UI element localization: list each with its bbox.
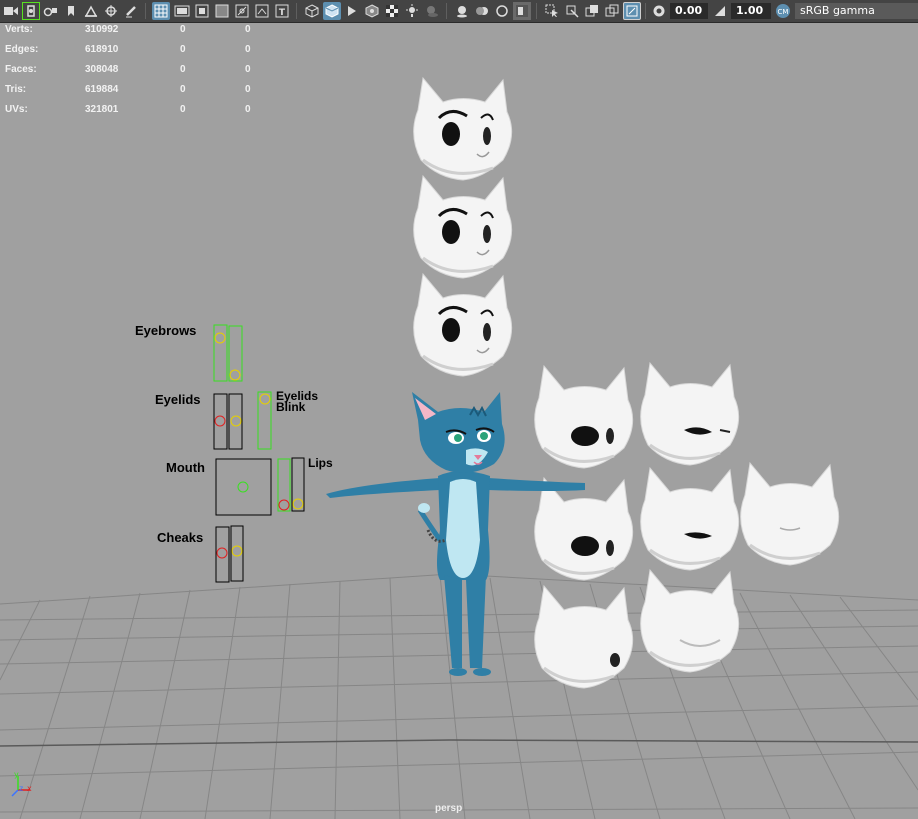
smooth-shade-icon[interactable] bbox=[323, 2, 341, 20]
ctrl-cheek-right-knob bbox=[231, 545, 243, 557]
ctrl-cheek-left-knob bbox=[216, 547, 228, 559]
xray-joints-icon[interactable] bbox=[603, 2, 621, 20]
camera-attributes-icon[interactable] bbox=[102, 2, 120, 20]
hud-selected: 0 bbox=[180, 44, 186, 55]
depth-of-field-icon[interactable] bbox=[513, 2, 531, 20]
wireframe-on-shaded-icon[interactable] bbox=[363, 2, 381, 20]
axis-x-label: x bbox=[27, 784, 32, 793]
hud-label: Faces: bbox=[5, 64, 37, 75]
svg-text:CM: CM bbox=[778, 8, 789, 16]
view-transform-select[interactable]: sRGB gamma bbox=[795, 3, 918, 19]
eyelids-label: Eyelids bbox=[155, 392, 201, 407]
hud-component: 0 bbox=[245, 84, 251, 95]
bookmark-icon[interactable] bbox=[62, 2, 80, 20]
wireframe-icon[interactable] bbox=[303, 2, 321, 20]
eyelids-blink-label-line2: Blink bbox=[276, 400, 306, 414]
blendshape-head-5 bbox=[639, 361, 741, 467]
xray-active-components-icon[interactable] bbox=[583, 2, 601, 20]
blendshape-head-6 bbox=[533, 476, 635, 582]
textured-icon[interactable] bbox=[383, 2, 401, 20]
blendshape-head-10 bbox=[639, 568, 741, 674]
hud-selected: 0 bbox=[180, 24, 186, 35]
hud-component: 0 bbox=[245, 24, 251, 35]
svg-text:T: T bbox=[279, 8, 286, 18]
resolution-gate-icon[interactable] bbox=[193, 2, 211, 20]
blendshape-head-3 bbox=[412, 272, 514, 378]
hud-label: Tris: bbox=[5, 84, 27, 95]
blendshape-head-7 bbox=[639, 466, 741, 572]
grid-icon[interactable] bbox=[152, 2, 170, 20]
hud-selected: 0 bbox=[180, 104, 186, 115]
lock-camera-icon[interactable] bbox=[42, 2, 60, 20]
hud-total: 321801 bbox=[85, 104, 119, 115]
gamma-field[interactable]: 1.00 bbox=[731, 3, 771, 19]
axis-z-label: z bbox=[19, 784, 24, 793]
lips-label: Lips bbox=[308, 456, 333, 470]
ctrl-eyelid-left-knob bbox=[214, 415, 226, 427]
ctrl-eyebrow-left-knob bbox=[214, 332, 226, 344]
blendshape-head-9 bbox=[533, 584, 635, 690]
hud-component: 0 bbox=[245, 64, 251, 75]
safe-title-icon[interactable]: T bbox=[273, 2, 291, 20]
hud-selected: 0 bbox=[180, 64, 186, 75]
cheeks-label: Cheaks bbox=[157, 530, 204, 545]
mouth-label: Mouth bbox=[166, 460, 205, 475]
ctrl-mouth-knob bbox=[237, 481, 249, 493]
xray-icon[interactable] bbox=[563, 2, 581, 20]
screen-space-ao-icon[interactable] bbox=[453, 2, 471, 20]
camera-icon[interactable] bbox=[2, 2, 20, 20]
hud-label: UVs: bbox=[5, 104, 28, 115]
safe-action-icon[interactable] bbox=[253, 2, 271, 20]
select-camera-icon[interactable] bbox=[22, 2, 40, 20]
hud-total: 619884 bbox=[85, 84, 119, 95]
gamma-icon[interactable] bbox=[711, 2, 729, 20]
hud-row-edges: Edges: 618910 0 0 bbox=[5, 44, 265, 56]
exposure-field[interactable]: 0.00 bbox=[670, 3, 708, 19]
multisample-aa-icon[interactable] bbox=[493, 2, 511, 20]
eyelids-blink-label: Eyelids Blink bbox=[276, 390, 318, 414]
ctrl-lips-right-knob bbox=[292, 498, 304, 510]
grease-pencil-icon[interactable] bbox=[122, 2, 140, 20]
color-management-icon[interactable]: CM bbox=[774, 2, 792, 20]
ctrl-eyelids-blink-knob bbox=[259, 393, 271, 405]
eyebrows-label: Eyebrows bbox=[135, 323, 197, 338]
view-transform-icon[interactable] bbox=[623, 2, 641, 20]
ctrl-lips-left-knob bbox=[278, 499, 290, 511]
isolate-select-icon[interactable] bbox=[543, 2, 561, 20]
ctrl-lips-right-slider bbox=[291, 457, 305, 512]
use-default-material-icon[interactable] bbox=[343, 2, 361, 20]
gate-mask-icon[interactable] bbox=[213, 2, 231, 20]
blendshape-head-1 bbox=[412, 76, 514, 182]
hud-label: Verts: bbox=[5, 24, 33, 35]
hud-total: 310992 bbox=[85, 24, 119, 35]
ctrl-eyelid-right-knob bbox=[230, 415, 242, 427]
hud-row-faces: Faces: 308048 0 0 bbox=[5, 64, 265, 76]
hud-selected: 0 bbox=[180, 84, 186, 95]
hud-row-tris: Tris: 619884 0 0 bbox=[5, 84, 265, 96]
film-gate-icon[interactable] bbox=[173, 2, 191, 20]
ctrl-mouth-box bbox=[215, 458, 272, 516]
image-plane-icon[interactable] bbox=[82, 2, 100, 20]
ctrl-eyebrow-right-knob bbox=[229, 369, 241, 381]
grid-axis-line bbox=[0, 739, 918, 747]
hud-row-uvs: UVs: 321801 0 0 bbox=[5, 104, 265, 116]
hud-row-verts: Verts: 310992 0 0 bbox=[5, 24, 265, 36]
shadows-icon[interactable] bbox=[423, 2, 441, 20]
hud-total: 308048 bbox=[85, 64, 119, 75]
motion-blur-icon[interactable] bbox=[473, 2, 491, 20]
use-all-lights-icon[interactable] bbox=[403, 2, 421, 20]
hud-component: 0 bbox=[245, 44, 251, 55]
blendshape-head-4 bbox=[533, 364, 635, 470]
field-chart-icon[interactable] bbox=[233, 2, 251, 20]
hud-total: 618910 bbox=[85, 44, 119, 55]
exposure-icon[interactable] bbox=[650, 2, 668, 20]
blendshape-head-2 bbox=[412, 174, 514, 280]
persp-viewport[interactable]: Eyebrows Eyelids Eyelids Blink Mouth Lip… bbox=[0, 23, 918, 819]
axis-y-label: y bbox=[14, 770, 19, 779]
panel-toolbar: T 0.00 1.00 CM sRGB gamma bbox=[0, 0, 918, 23]
hud-component: 0 bbox=[245, 104, 251, 115]
blendshape-head-8 bbox=[739, 461, 841, 567]
hud-label: Edges: bbox=[5, 44, 39, 55]
camera-name-label: persp bbox=[435, 803, 463, 814]
